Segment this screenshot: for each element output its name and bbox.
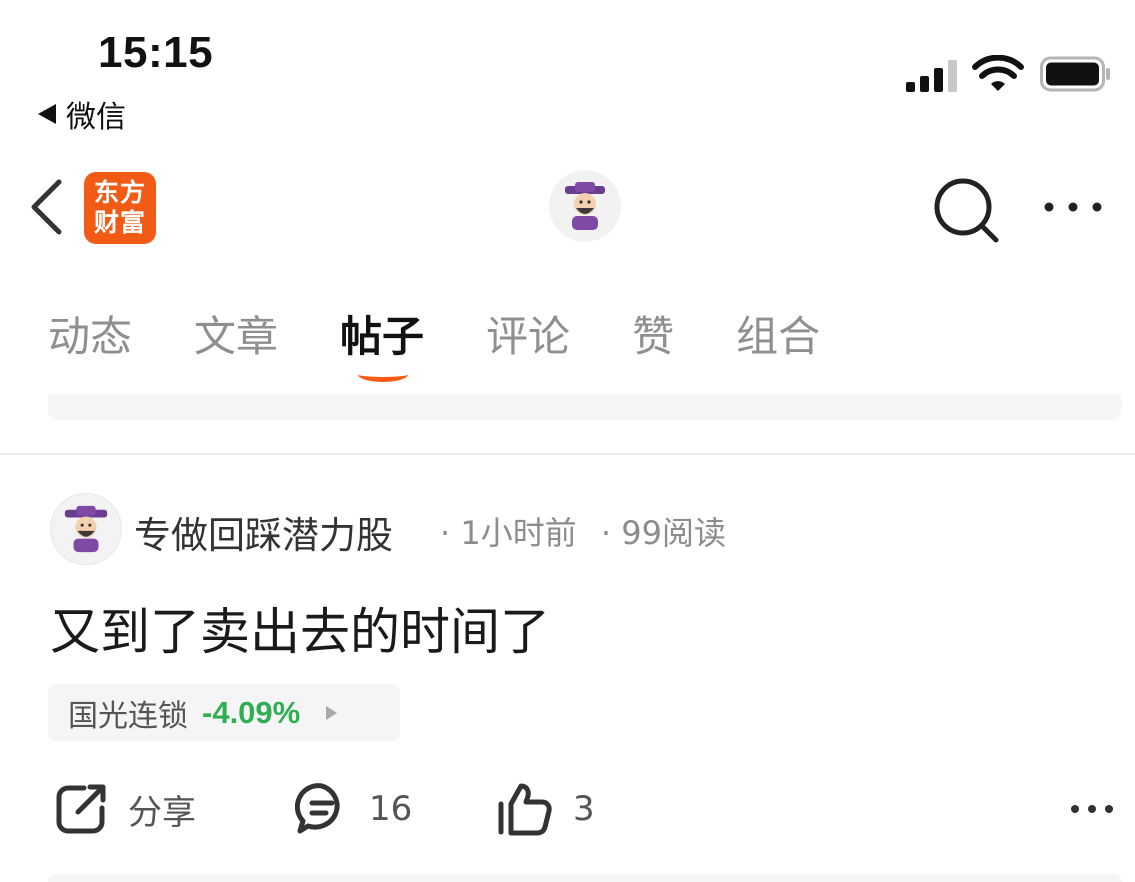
eastmoney-logo[interactable]: 东方 财富	[84, 172, 156, 244]
tab-articles[interactable]: 文章	[194, 303, 278, 364]
comment-button[interactable]: 16	[295, 782, 412, 836]
tab-portfolio[interactable]: 组合	[736, 303, 820, 364]
profile-avatar[interactable]	[549, 170, 621, 242]
signal-icon	[906, 58, 960, 92]
caishen-avatar-icon	[565, 182, 605, 230]
like-count: 3	[573, 789, 595, 829]
more-options-icon[interactable]	[1042, 196, 1104, 218]
logo-line1: 东方	[93, 178, 146, 207]
share-icon	[56, 784, 106, 834]
tab-dynamics[interactable]: 动态	[48, 303, 132, 364]
tab-comments[interactable]: 评论	[486, 303, 570, 364]
back-app-label: 微信	[66, 100, 126, 135]
comment-icon	[295, 783, 340, 834]
back-triangle-icon	[38, 104, 56, 124]
caishen-avatar-icon	[64, 505, 108, 553]
status-time: 15:15	[98, 28, 214, 77]
search-icon[interactable]	[932, 176, 1000, 244]
play-arrow-icon	[326, 705, 338, 720]
author-name[interactable]: 专做回踩潜力股	[134, 505, 393, 559]
post-reads: · 99阅读	[600, 514, 726, 552]
author-avatar[interactable]	[50, 493, 122, 565]
back-chevron-icon[interactable]	[26, 178, 66, 236]
battery-icon	[1040, 56, 1110, 92]
comment-count: 16	[369, 789, 413, 829]
post-meta: · 1小时前 · 99阅读	[440, 508, 726, 554]
next-post-top	[48, 874, 1122, 882]
post-time: · 1小时前	[440, 514, 577, 552]
wifi-icon	[972, 55, 1024, 91]
profile-tabs: 动态 文章 帖子 评论 赞 组合	[48, 303, 882, 382]
tab-likes[interactable]: 赞	[632, 303, 674, 364]
stock-tag[interactable]: 国光连锁 -4.09%	[48, 684, 400, 741]
share-label: 分享	[128, 792, 196, 833]
tab-posts[interactable]: 帖子	[340, 303, 424, 382]
like-button[interactable]: 3	[497, 782, 595, 836]
divider	[0, 453, 1135, 455]
thumbs-up-icon	[498, 783, 552, 836]
logo-line2: 财富	[93, 208, 146, 237]
stock-change: -4.09%	[202, 694, 301, 730]
share-button[interactable]: 分享	[54, 782, 196, 836]
post-content[interactable]: 又到了卖出去的时间了	[50, 592, 550, 664]
previous-post-bottom	[48, 394, 1122, 420]
stock-name: 国光连锁	[68, 698, 188, 734]
back-to-wechat[interactable]: 微信	[38, 92, 126, 136]
post-more-icon[interactable]	[1070, 800, 1114, 818]
